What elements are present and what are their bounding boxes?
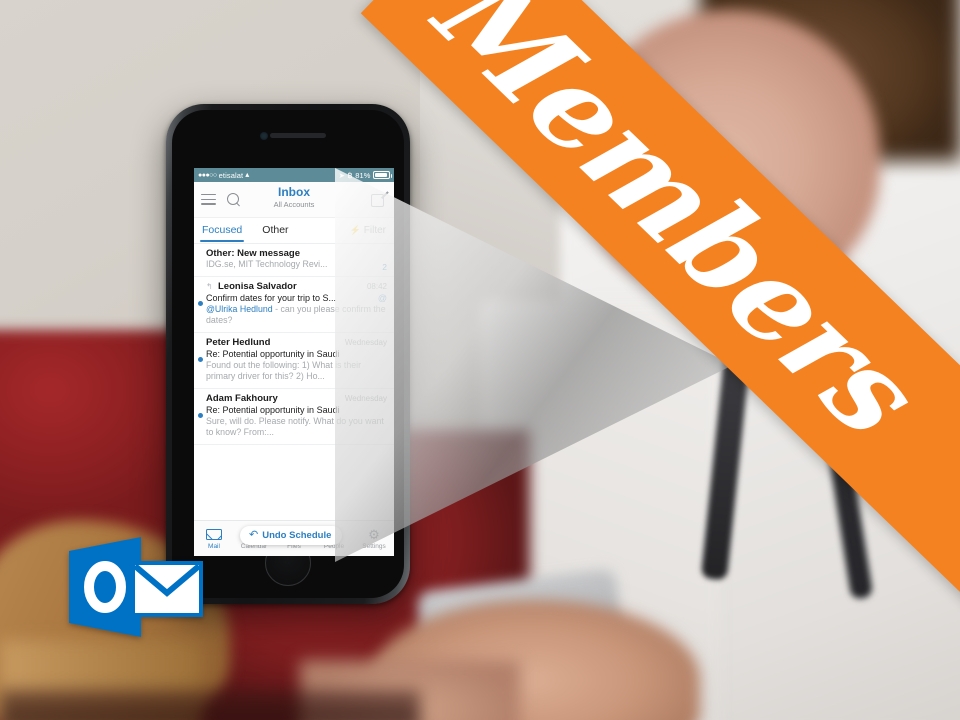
unread-dot-icon <box>198 300 203 306</box>
message-time: Wednesday <box>344 337 387 347</box>
message-subject-row: Confirm dates for your trip to S... @ <box>206 292 387 304</box>
message-list: Other: New message IDG.se, MIT Technolog… <box>194 244 394 445</box>
message-sender: Leonisa Salvador <box>218 280 297 292</box>
filter-label: Filter <box>363 225 386 236</box>
settings-icon: ⚙ <box>368 527 380 542</box>
phone-bezel: ●●●○○ etisalat ▴ ➤ ฿ 81% Inbox All Accou… <box>172 110 404 598</box>
bluetooth-icon: ฿ <box>347 170 353 180</box>
unread-dot-icon <box>198 356 203 362</box>
unread-dot-icon <box>198 412 203 418</box>
list-item[interactable]: Adam Fakhoury Wednesday Re: Potential op… <box>194 389 394 445</box>
status-bar: ●●●○○ etisalat ▴ ➤ ฿ 81% <box>194 168 394 182</box>
replied-arrow-icon: ↰ <box>206 281 213 291</box>
tab-focused[interactable]: Focused <box>199 220 245 242</box>
message-header: Other: New message <box>206 248 387 259</box>
list-item[interactable]: Other: New message IDG.se, MIT Technolog… <box>194 244 394 277</box>
filter-icon: ⚡ <box>349 225 361 235</box>
message-preview: @Ulrika Hedlund - can you please confirm… <box>206 304 387 327</box>
mention-label: @Ulrika Hedlund <box>206 303 273 314</box>
tab-settings[interactable]: ⚙ Settings <box>354 527 394 550</box>
undo-schedule-toast[interactable]: ↶ Undo Schedule <box>240 526 343 545</box>
carrier-label: etisalat <box>218 170 244 180</box>
message-time: Wednesday <box>344 393 387 403</box>
list-item[interactable]: Peter Hedlund Wednesday Re: Potential op… <box>194 333 394 389</box>
status-bar-left: ●●●○○ etisalat ▴ <box>198 171 339 180</box>
earpiece-speaker <box>270 133 326 138</box>
front-camera-icon <box>260 132 268 140</box>
unread-count-badge: 2 <box>382 262 387 272</box>
battery-icon <box>373 171 392 179</box>
message-sender: Peter Hedlund <box>206 336 271 348</box>
status-bar-right: ➤ ฿ 81% <box>338 170 392 180</box>
signal-strength-icon: ●●●○○ <box>198 171 217 179</box>
message-header: Leonisa Salvador 08:42 <box>206 281 387 292</box>
tab-other[interactable]: Other <box>262 220 288 241</box>
background-bottom-shadow <box>0 690 420 720</box>
message-header: Adam Fakhoury Wednesday <box>206 393 387 404</box>
phone-screen: ●●●○○ etisalat ▴ ➤ ฿ 81% Inbox All Accou… <box>194 168 394 556</box>
outlook-logo <box>69 537 211 637</box>
location-arrow-icon: ➤ <box>338 170 345 180</box>
focused-other-tabs: Focused Other ⚡ Filter <box>194 218 394 244</box>
message-preview: Sure, will do. Please notify. What do yo… <box>206 415 384 438</box>
message-subject: Re: Potential opportunity in Saudi <box>206 348 340 359</box>
navbar-left-actions <box>201 192 241 207</box>
message-subject-row: Re: Potential opportunity in Saudi <box>206 348 387 360</box>
list-item[interactable]: ↰ Leonisa Salvador 08:42 Confirm dates f… <box>194 277 394 333</box>
message-sender: Other: New message <box>206 248 300 259</box>
message-time: 08:42 <box>366 281 387 291</box>
message-header: Peter Hedlund Wednesday <box>206 337 387 348</box>
message-preview: IDG.se, MIT Technology Revi... <box>206 259 328 269</box>
hamburger-icon[interactable] <box>201 194 216 205</box>
undo-schedule-label: Undo Schedule <box>262 530 332 541</box>
smartphone-device: ●●●○○ etisalat ▴ ➤ ฿ 81% Inbox All Accou… <box>166 104 410 604</box>
battery-percent-label: 81% <box>355 170 371 180</box>
outlook-logo-icon <box>69 537 203 637</box>
mention-at-icon: @ <box>377 292 387 303</box>
app-navigation-bar: Inbox All Accounts <box>194 182 394 218</box>
filter-button[interactable]: ⚡ Filter <box>350 225 386 236</box>
tab-settings-label: Settings <box>362 543 386 550</box>
undo-arrow-icon: ↶ <box>249 529 259 541</box>
wifi-icon: ▴ <box>245 170 250 179</box>
search-icon[interactable] <box>227 192 241 207</box>
message-preview: Found out the following: 1) What is thei… <box>206 359 362 382</box>
message-subject-row: Re: Potential opportunity in Saudi <box>206 404 387 416</box>
message-subject: Confirm dates for your trip to S... <box>206 292 337 303</box>
compose-icon[interactable] <box>371 190 389 208</box>
message-subject: Re: Potential opportunity in Saudi <box>206 404 340 415</box>
message-sender: Adam Fakhoury <box>206 392 278 404</box>
